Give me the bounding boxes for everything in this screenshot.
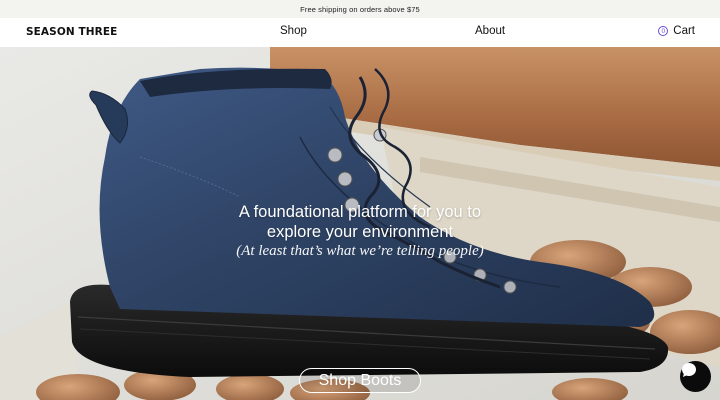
- announcement-bar: Free shipping on orders above $75: [0, 0, 720, 18]
- cart-label: Cart: [673, 25, 695, 37]
- cart-button[interactable]: 0 Cart: [658, 25, 695, 37]
- announcement-text: Free shipping on orders above $75: [300, 4, 420, 14]
- site-header: SEASON THREE Shop About 0 Cart: [0, 18, 720, 47]
- nav-about-link[interactable]: About: [475, 25, 505, 37]
- hero-section: A foundational platform for you to explo…: [0, 47, 720, 400]
- hero-headline: A foundational platform for you to explo…: [0, 202, 720, 242]
- nav-shop-link[interactable]: Shop: [280, 25, 307, 37]
- chat-launcher-button[interactable]: [680, 361, 711, 392]
- hero-subline: (At least that’s what we’re telling peop…: [236, 243, 484, 259]
- hero-headline-line-1: A foundational platform for you to: [238, 203, 482, 221]
- chat-bubble-icon: [682, 363, 696, 377]
- cart-count-badge: 0: [658, 26, 669, 36]
- brand-logo[interactable]: SEASON THREE: [26, 26, 117, 38]
- hero-headline-line-2: explore your environment: [266, 223, 454, 241]
- shop-boots-button[interactable]: Shop Boots: [299, 368, 421, 393]
